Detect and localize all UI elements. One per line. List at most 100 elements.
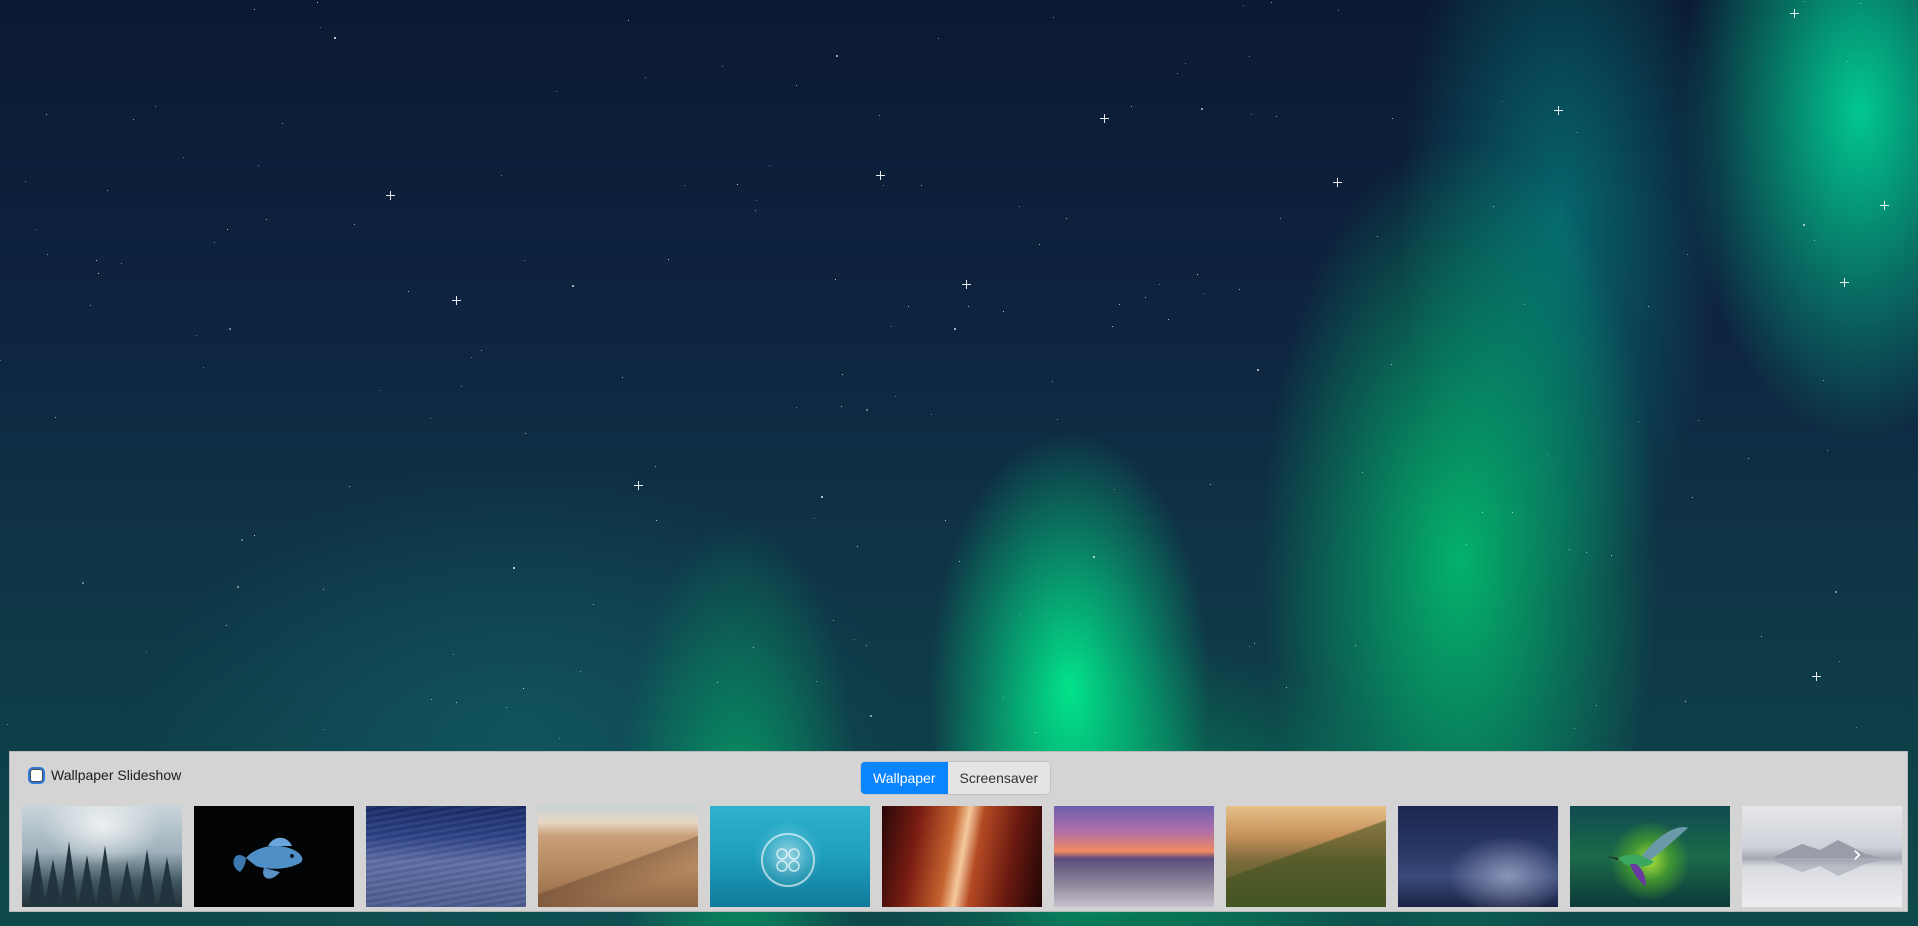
star bbox=[1524, 304, 1525, 305]
slideshow-label: Wallpaper Slideshow bbox=[51, 767, 182, 783]
wallpaper-thumbnail[interactable] bbox=[366, 806, 526, 907]
star bbox=[1280, 218, 1281, 219]
star bbox=[203, 367, 204, 368]
star bbox=[1203, 293, 1204, 294]
star bbox=[1249, 56, 1250, 57]
star bbox=[1003, 311, 1004, 312]
star bbox=[717, 682, 718, 683]
star bbox=[121, 263, 122, 264]
star bbox=[1880, 201, 1889, 210]
wallpaper-thumbnail[interactable] bbox=[22, 806, 182, 907]
star bbox=[1019, 206, 1020, 207]
star bbox=[98, 273, 99, 274]
wallpaper-thumbnail[interactable] bbox=[1570, 806, 1730, 907]
star bbox=[214, 242, 215, 243]
star bbox=[1482, 512, 1483, 513]
star bbox=[254, 9, 255, 10]
star bbox=[1100, 114, 1109, 123]
star bbox=[1554, 106, 1563, 115]
star bbox=[1748, 458, 1749, 459]
star bbox=[47, 254, 48, 255]
wallpaper-thumbnail[interactable] bbox=[710, 806, 870, 907]
hummingbird-illustration bbox=[1606, 827, 1688, 886]
star bbox=[895, 396, 896, 397]
star bbox=[386, 191, 395, 200]
star bbox=[842, 374, 843, 375]
chevron-right-icon[interactable]: › bbox=[1852, 842, 1862, 866]
wallpaper-thumbnail[interactable] bbox=[1226, 806, 1386, 907]
star bbox=[1020, 614, 1021, 615]
star bbox=[1333, 178, 1342, 187]
star bbox=[237, 586, 239, 588]
star bbox=[854, 639, 855, 640]
star bbox=[513, 567, 515, 569]
tab-wallpaper[interactable]: Wallpaper bbox=[861, 762, 948, 794]
star bbox=[1168, 319, 1169, 320]
star bbox=[876, 171, 885, 180]
star bbox=[452, 296, 461, 305]
star bbox=[891, 326, 892, 327]
star bbox=[1493, 206, 1494, 207]
wallpaper-thumbnail[interactable] bbox=[538, 806, 698, 907]
star bbox=[836, 55, 838, 57]
star bbox=[1257, 369, 1259, 371]
star bbox=[821, 496, 823, 498]
star bbox=[146, 651, 147, 652]
star bbox=[1249, 646, 1250, 647]
wallpaper-thumbnail[interactable] bbox=[882, 806, 1042, 907]
star bbox=[1638, 421, 1639, 422]
star bbox=[1611, 555, 1612, 556]
star bbox=[959, 561, 960, 562]
star bbox=[1502, 101, 1503, 102]
star bbox=[684, 185, 685, 186]
star bbox=[556, 91, 557, 92]
star bbox=[1254, 643, 1255, 644]
star bbox=[634, 481, 643, 490]
star bbox=[1197, 274, 1198, 275]
star bbox=[471, 357, 472, 358]
star bbox=[90, 305, 91, 306]
star bbox=[796, 85, 797, 86]
star bbox=[1835, 591, 1837, 593]
star bbox=[593, 604, 594, 605]
wallpaper-slideshow-toggle[interactable]: Wallpaper Slideshow bbox=[30, 767, 181, 783]
star bbox=[1392, 118, 1393, 119]
star bbox=[857, 546, 858, 547]
star bbox=[908, 306, 909, 307]
star bbox=[769, 165, 770, 166]
star bbox=[1271, 2, 1272, 3]
wallpaper-thumbnail-strip: › bbox=[22, 806, 1904, 907]
star bbox=[1577, 132, 1578, 133]
jellyfish-illustration bbox=[761, 833, 815, 887]
star bbox=[1698, 420, 1699, 421]
star bbox=[1131, 106, 1132, 107]
star bbox=[1466, 544, 1467, 545]
wallpaper-thumbnail[interactable]: › bbox=[1742, 806, 1902, 907]
star bbox=[1338, 10, 1339, 11]
star bbox=[968, 306, 969, 307]
star bbox=[96, 260, 97, 261]
star bbox=[323, 589, 324, 590]
wallpaper-thumbnail[interactable] bbox=[1054, 806, 1214, 907]
star bbox=[456, 702, 457, 703]
star bbox=[380, 390, 381, 391]
star bbox=[1839, 661, 1840, 662]
star bbox=[1210, 484, 1211, 485]
star bbox=[814, 518, 815, 519]
star bbox=[227, 229, 228, 230]
star bbox=[317, 2, 318, 3]
wallpaper-thumbnail[interactable] bbox=[1398, 806, 1558, 907]
star bbox=[1812, 672, 1821, 681]
star bbox=[25, 181, 26, 182]
star bbox=[879, 115, 880, 116]
wallpaper-thumbnail[interactable] bbox=[194, 806, 354, 907]
star bbox=[107, 190, 108, 191]
star bbox=[7, 724, 8, 725]
star bbox=[1648, 306, 1649, 307]
tab-screensaver[interactable]: Screensaver bbox=[947, 762, 1051, 794]
star bbox=[1052, 381, 1053, 382]
star bbox=[921, 185, 922, 186]
star bbox=[1692, 497, 1693, 498]
slideshow-checkbox[interactable] bbox=[30, 768, 43, 782]
star bbox=[133, 119, 134, 120]
